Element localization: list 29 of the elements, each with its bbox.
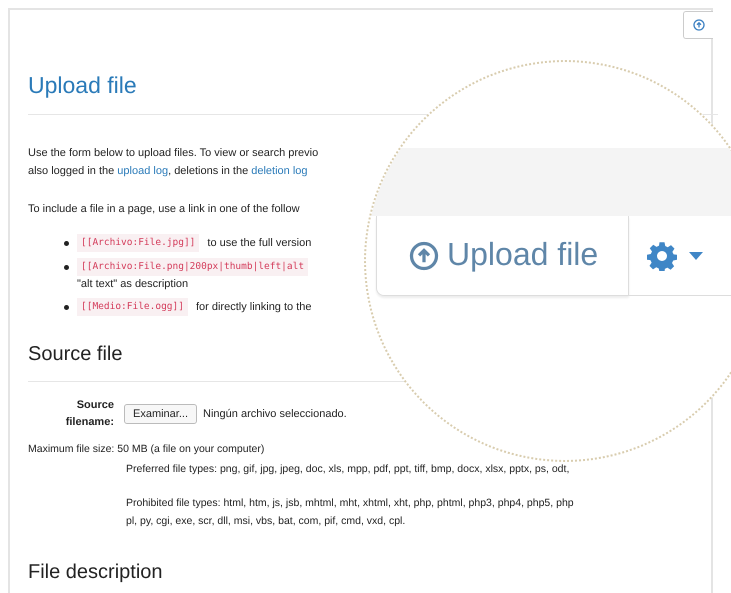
upload-button[interactable]	[683, 11, 713, 39]
settings-icon	[647, 240, 678, 270]
log-link[interactable]: upload log	[117, 165, 168, 177]
include-hint: To include a file in a page, use a link in one of the follow	[28, 202, 300, 217]
example-text: to use the full version	[207, 236, 312, 251]
bullet-icon	[64, 305, 69, 310]
section-heading: File description	[28, 560, 164, 585]
max-size-text: Maximum file size: 50 MB (a file on your computer)	[28, 442, 266, 457]
prohibited-types: Prohibited file types: html, htm, js, jsb, mhtml, mht, xhtml, xht, php, phtml, php3, php4, php5, php	[126, 496, 574, 511]
file-status: Ningún archivo seleccionado.	[203, 406, 347, 422]
intro-text: also logged in the	[28, 165, 116, 177]
intro-text: Use the form below to upload files. To view or search previo	[28, 146, 318, 161]
code-snippet: [[Medio:File.ogg]]	[77, 298, 188, 316]
bullet-icon	[64, 241, 69, 246]
upload-icon	[692, 19, 704, 31]
code-snippet: [[Archivo:File.png|200px|thumb|left|alt	[77, 258, 308, 276]
caret-icon	[689, 252, 704, 260]
intro-text: , deletions in the	[168, 165, 250, 177]
log-link[interactable]: deletion log	[251, 165, 308, 177]
example-text: "alt text" as description	[77, 277, 190, 292]
browse-button[interactable]: Examinar...	[124, 404, 198, 424]
preferred-types: Preferred file types: png, gif, jpg, jpeg, doc, xls, mpp, pdf, ppt, tiff, bmp, docx, xlsx, pptx, ps, odt,	[126, 462, 570, 477]
upload-file-button[interactable]: Upload file	[376, 216, 630, 296]
example-text: for directly linking to the	[196, 300, 312, 315]
upload-icon	[409, 240, 439, 270]
bullet-icon	[64, 265, 69, 270]
prohibited-types: pl, py, cgi, exe, scr, dll, msi, vbs, bat, com, pif, cmd, vxd, cpl.	[126, 514, 406, 529]
code-snippet: [[Archivo:File.jpg]]	[77, 234, 200, 252]
field-label: Source filename:	[64, 398, 114, 430]
